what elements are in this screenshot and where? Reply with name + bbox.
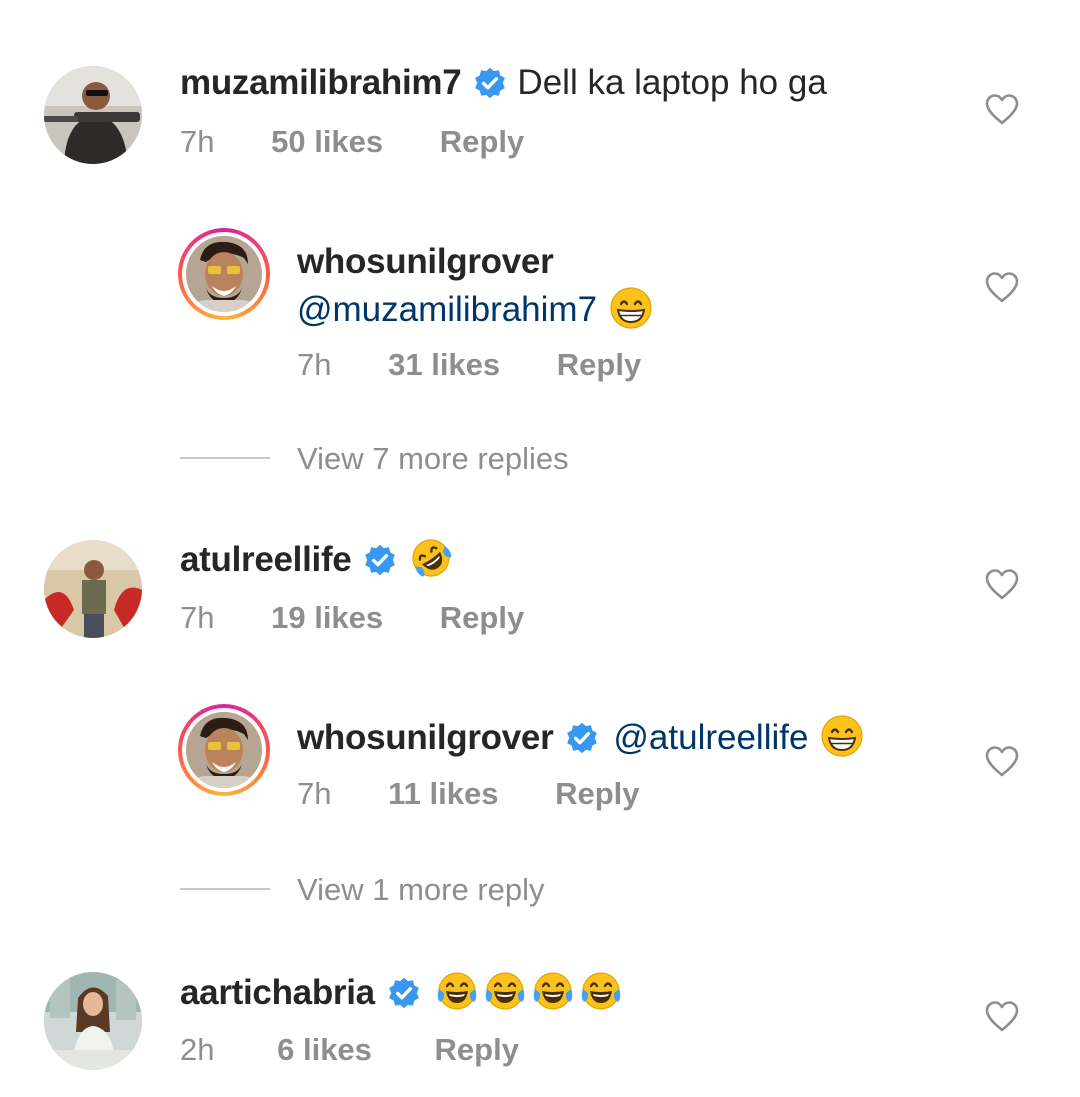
mention-link[interactable]: @muzamilibrahim7 — [297, 290, 597, 329]
avatar[interactable] — [44, 540, 142, 638]
avatar[interactable] — [44, 66, 142, 164]
view-more-replies-button[interactable]: View 7 more replies — [297, 439, 569, 479]
heart-outline-icon[interactable] — [984, 568, 1020, 600]
avatar[interactable] — [44, 972, 142, 1070]
comment-username[interactable]: whosunilgrover — [297, 718, 554, 757]
face-with-tears-of-joy-emoji — [483, 969, 527, 1013]
comment-username[interactable]: aartichabria — [180, 973, 375, 1012]
comment-likes[interactable]: 6 likes — [277, 1030, 372, 1070]
view-more-replies-button[interactable]: View 1 more reply — [297, 870, 545, 910]
comment-likes[interactable]: 11 likes — [388, 774, 498, 814]
reply-whosunilgrover-1: whosunilgrover @muzamilibrahim7 7h 31 li… — [0, 220, 1080, 420]
comment-time: 7h — [180, 124, 215, 159]
reply-button[interactable]: Reply — [557, 345, 641, 385]
heart-outline-icon[interactable] — [984, 93, 1020, 125]
mention-link[interactable]: @atulreellife — [613, 718, 808, 757]
comment-likes[interactable]: 19 likes — [271, 598, 383, 638]
comment-aartichabria: aartichabria 2h 6 likes Reply — [0, 950, 1080, 1097]
avatar — [186, 236, 262, 312]
story-ring[interactable] — [178, 228, 270, 320]
verified-badge-icon — [473, 66, 507, 100]
grinning-face-emoji — [820, 714, 864, 758]
emoji-group — [431, 973, 623, 1012]
replies-divider — [180, 888, 270, 890]
comment-time: 7h — [180, 600, 215, 635]
comment-muzamilibrahim7: muzamilibrahim7 Dell ka laptop ho ga 7h 5… — [0, 0, 1080, 190]
comment-username[interactable]: muzamilibrahim7 — [180, 63, 462, 102]
reply-button[interactable]: Reply — [555, 774, 639, 814]
reply-button[interactable]: Reply — [440, 122, 524, 162]
reply-whosunilgrover-2: whosunilgrover @atulreellife 7h 11 likes … — [0, 700, 1080, 830]
comment-time: 7h — [297, 776, 332, 811]
comment-time: 7h — [297, 347, 332, 382]
comment-atulreellife: atulreellife 7h 19 likes Reply — [0, 520, 1080, 670]
heart-outline-icon[interactable] — [984, 271, 1020, 303]
verified-badge-icon — [387, 976, 421, 1010]
grinning-face-emoji — [609, 286, 653, 330]
comment-text: Dell ka laptop ho ga — [517, 63, 827, 102]
comment-time: 2h — [180, 1032, 215, 1067]
heart-outline-icon[interactable] — [984, 1000, 1020, 1032]
face-with-tears-of-joy-emoji — [435, 969, 479, 1013]
reply-button[interactable]: Reply — [440, 598, 524, 638]
comment-likes[interactable]: 50 likes — [271, 122, 383, 162]
comment-username[interactable]: whosunilgrover — [297, 242, 554, 281]
verified-badge-icon — [363, 543, 397, 577]
heart-outline-icon[interactable] — [984, 745, 1020, 777]
comment-username[interactable]: atulreellife — [180, 540, 352, 579]
story-ring[interactable] — [178, 704, 270, 796]
comment-likes[interactable]: 31 likes — [388, 345, 500, 385]
face-with-tears-of-joy-emoji — [531, 969, 575, 1013]
avatar — [186, 712, 262, 788]
reply-button[interactable]: Reply — [435, 1030, 519, 1070]
face-with-tears-of-joy-emoji — [579, 969, 623, 1013]
verified-badge-icon — [565, 721, 599, 755]
replies-divider — [180, 457, 270, 459]
rolling-on-floor-laughing-emoji — [409, 536, 453, 580]
